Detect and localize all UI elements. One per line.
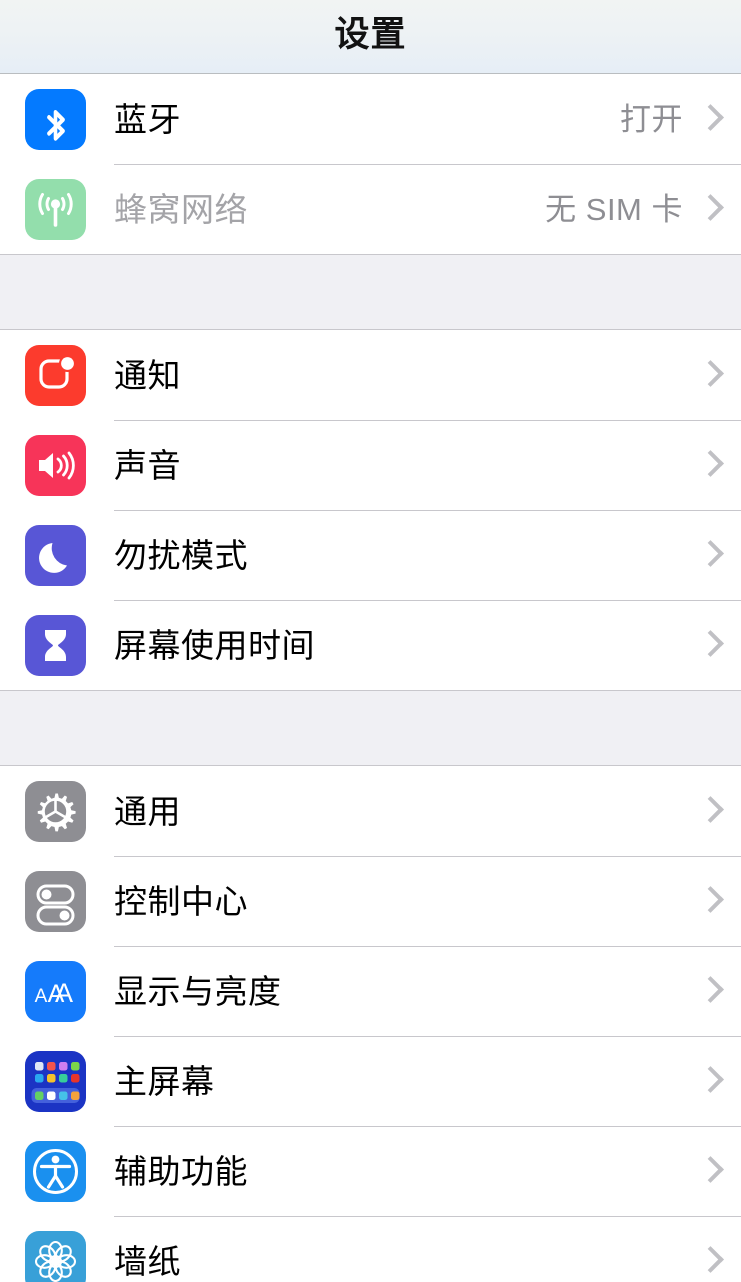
svg-text:A: A	[35, 986, 48, 1007]
settings-row-label: 主屏幕	[114, 1062, 215, 1100]
gear-icon	[25, 780, 86, 842]
settings-row-home-screen[interactable]: 主屏幕	[0, 1036, 741, 1126]
accessibility-person-icon	[25, 1140, 86, 1202]
moon-icon	[25, 524, 86, 586]
chevron-right-icon	[699, 884, 719, 918]
settings-row-label: 通用	[114, 792, 181, 830]
settings-group-connectivity: 蓝牙 打开 蜂窝网络 无 SIM 卡	[0, 74, 741, 254]
settings-screen: 设置 蓝牙 打开 蜂窝网络 无 SIM 卡 通知 声音 勿扰模式 屏幕使用时间 …	[0, 0, 741, 1282]
settings-row-wallpaper[interactable]: 墙纸	[0, 1216, 741, 1282]
chevron-right-icon	[699, 192, 719, 226]
settings-row-value: 打开	[620, 101, 683, 137]
toggles-icon	[25, 870, 86, 932]
nav-header: 设置	[0, 0, 741, 74]
settings-row-accessibility[interactable]: 辅助功能	[0, 1126, 741, 1216]
chevron-right-icon	[699, 1244, 719, 1278]
settings-row-label: 勿扰模式	[114, 536, 248, 574]
chevron-right-icon	[699, 102, 719, 136]
settings-list[interactable]: 蓝牙 打开 蜂窝网络 无 SIM 卡 通知 声音 勿扰模式 屏幕使用时间 通用 …	[0, 74, 741, 1282]
settings-group-alerts: 通知 声音 勿扰模式 屏幕使用时间	[0, 330, 741, 690]
settings-row-label: 通知	[114, 356, 181, 394]
settings-row-value: 无 SIM 卡	[545, 191, 683, 227]
text-size-aa-icon: A A A	[25, 960, 86, 1022]
group-gap-2	[0, 690, 741, 766]
settings-row-sounds[interactable]: 声音	[0, 420, 741, 510]
settings-row-label: 墙纸	[114, 1242, 181, 1280]
settings-row-bluetooth[interactable]: 蓝牙 打开	[0, 74, 741, 164]
chevron-right-icon	[699, 1154, 719, 1188]
settings-row-screen-time[interactable]: 屏幕使用时间	[0, 600, 741, 690]
settings-row-label: 控制中心	[114, 882, 248, 920]
bluetooth-icon	[25, 88, 86, 150]
settings-row-display-brightness[interactable]: A A A 显示与亮度	[0, 946, 741, 1036]
settings-row-control-center[interactable]: 控制中心	[0, 856, 741, 946]
settings-row-cellular[interactable]: 蜂窝网络 无 SIM 卡	[0, 164, 741, 254]
settings-group-system: 通用 控制中心 A A A 显示与亮度 主屏幕 辅助功能 墙纸	[0, 766, 741, 1282]
settings-row-notifications[interactable]: 通知	[0, 330, 741, 420]
settings-row-label: 声音	[114, 446, 181, 484]
settings-row-label: 显示与亮度	[114, 972, 282, 1010]
settings-row-label: 辅助功能	[114, 1152, 248, 1190]
settings-row-general[interactable]: 通用	[0, 766, 741, 856]
chevron-right-icon	[699, 1064, 719, 1098]
settings-row-label: 蓝牙	[114, 100, 181, 138]
svg-text:A: A	[55, 978, 73, 1008]
chevron-right-icon	[699, 794, 719, 828]
speaker-wave-icon	[25, 434, 86, 496]
chevron-right-icon	[699, 974, 719, 1008]
notifications-icon	[25, 344, 86, 406]
page-title: 设置	[334, 15, 407, 54]
chevron-right-icon	[699, 628, 719, 662]
settings-row-label: 蜂窝网络	[114, 190, 248, 228]
settings-row-do-not-disturb[interactable]: 勿扰模式	[0, 510, 741, 600]
group-gap-1	[0, 254, 741, 330]
chevron-right-icon	[699, 538, 719, 572]
cellular-signal-icon	[25, 178, 86, 240]
app-grid-icon	[25, 1050, 86, 1112]
flower-mandala-icon	[25, 1230, 86, 1282]
chevron-right-icon	[699, 358, 719, 392]
hourglass-icon	[25, 614, 86, 676]
settings-row-label: 屏幕使用时间	[114, 626, 315, 664]
chevron-right-icon	[699, 448, 719, 482]
